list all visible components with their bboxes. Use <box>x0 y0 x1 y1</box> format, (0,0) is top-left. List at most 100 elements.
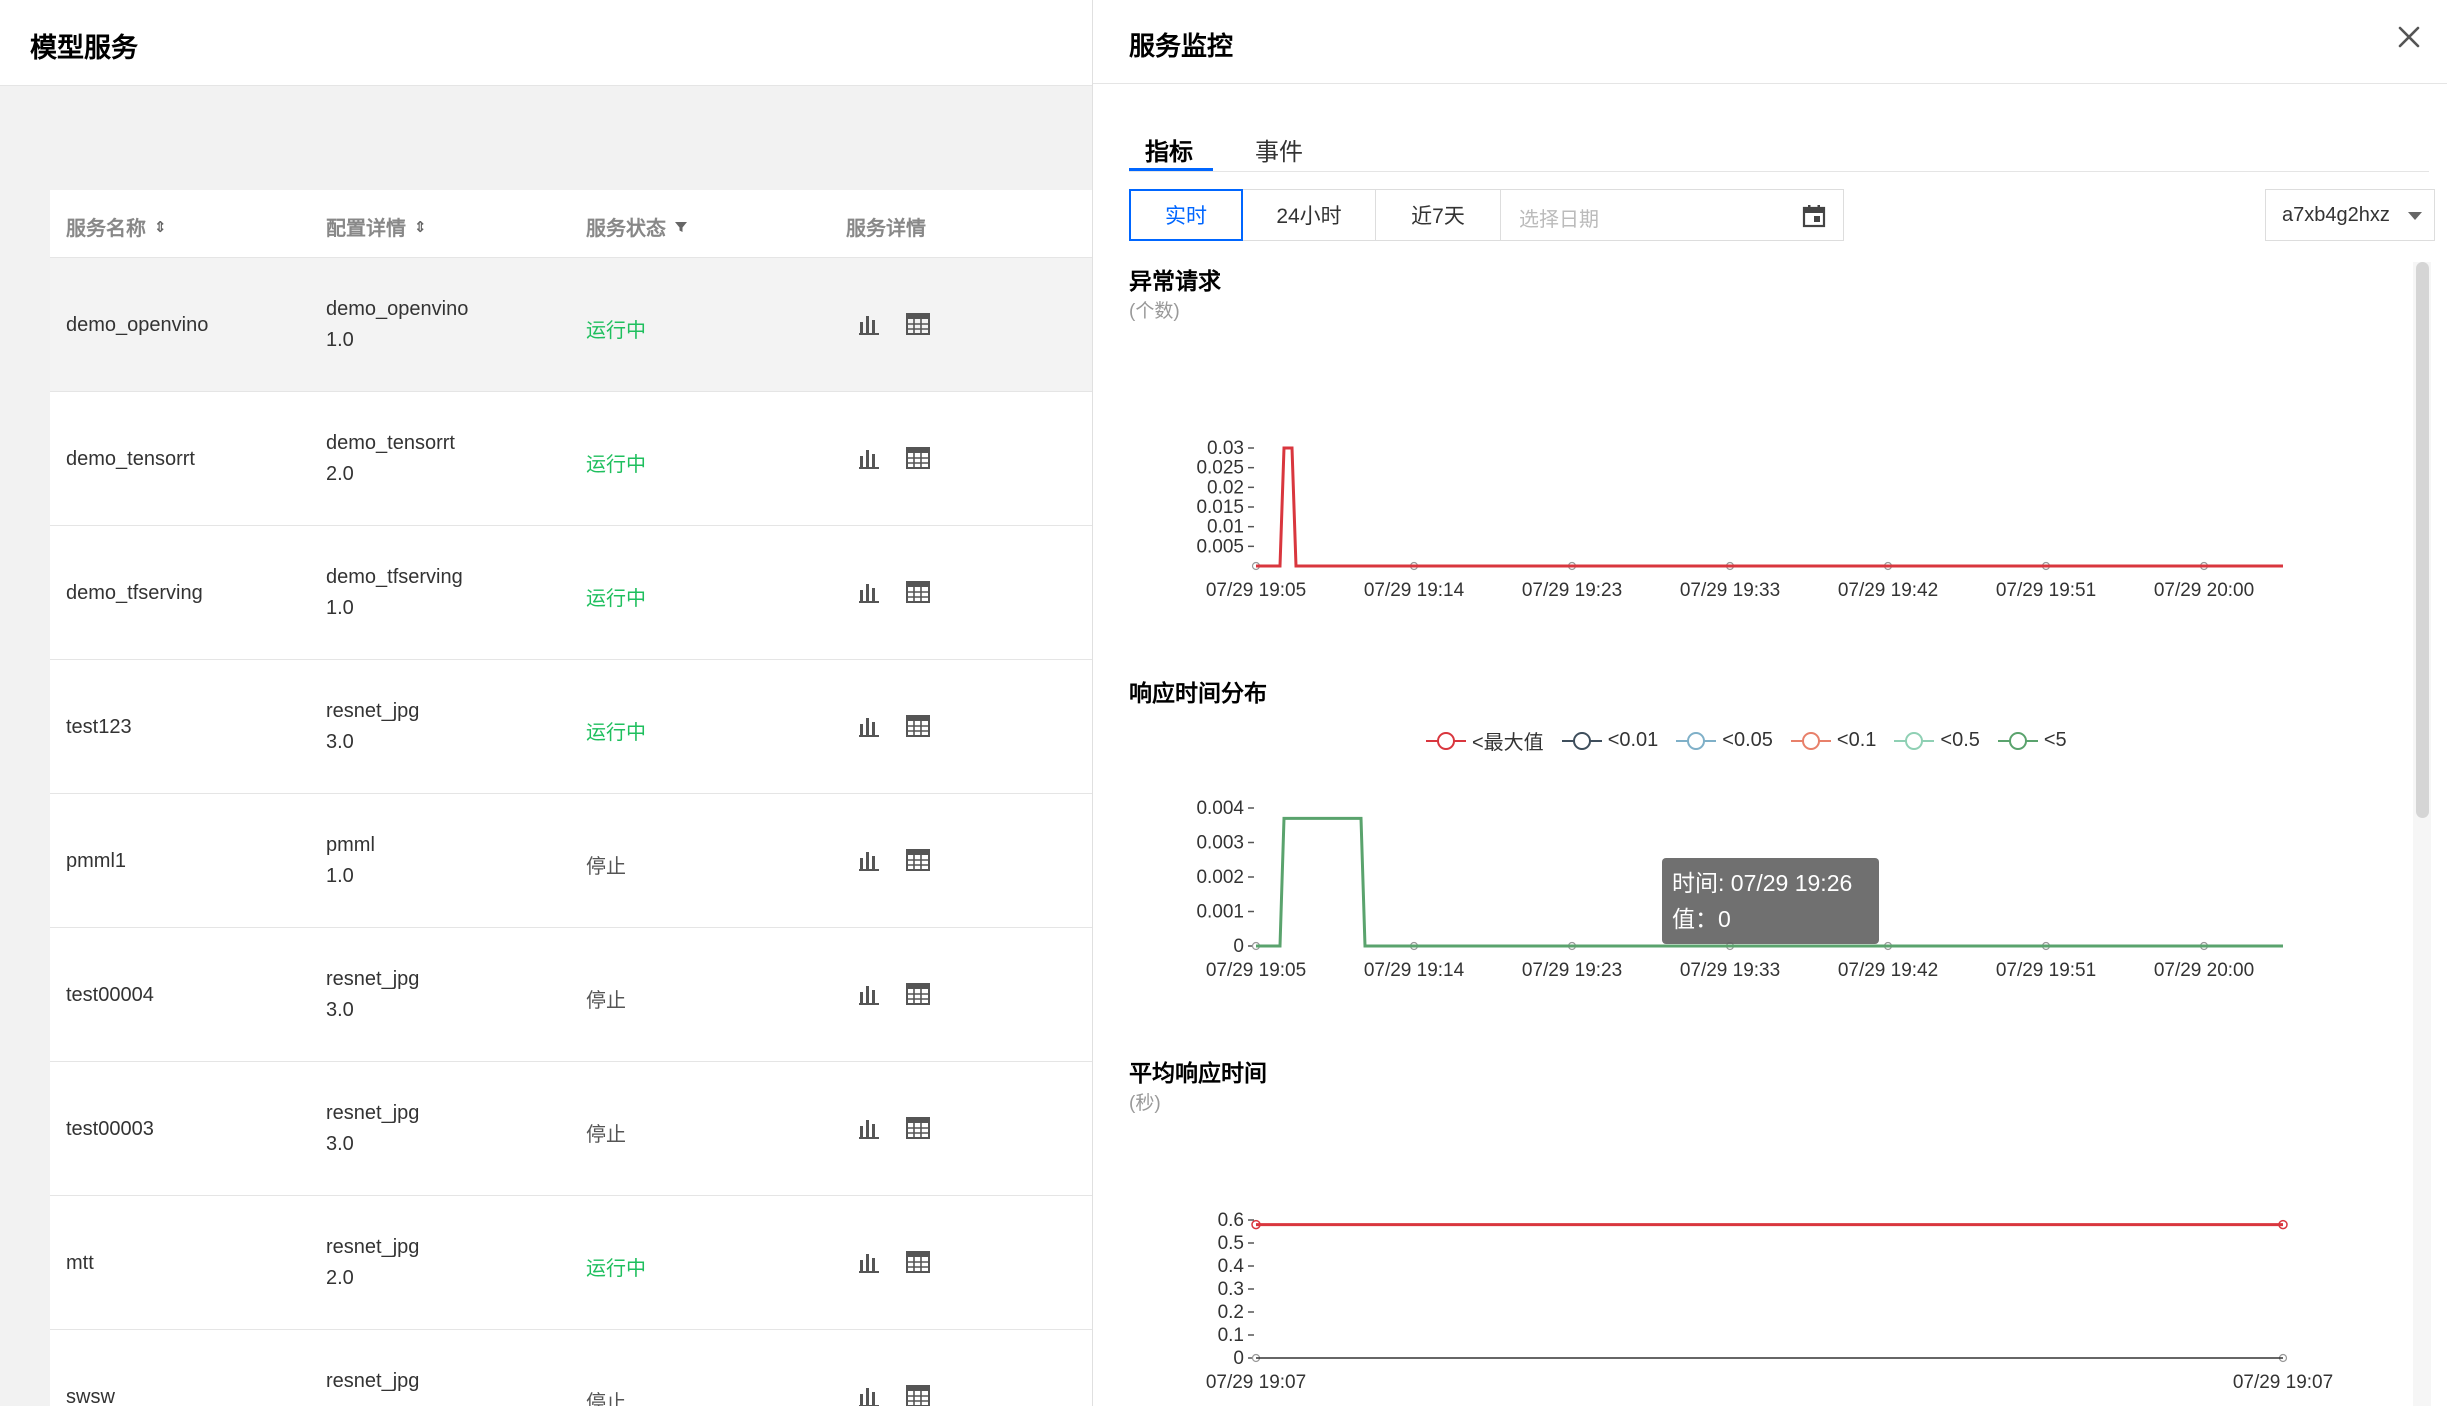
service-name[interactable]: mtt <box>66 1252 94 1275</box>
config-name: resnet_jpg <box>326 1236 420 1258</box>
legend-marker-icon <box>1997 731 2038 750</box>
scrollbar-thumb[interactable] <box>2416 262 2429 818</box>
tab-metrics[interactable]: 指标 <box>1145 132 1193 167</box>
service-name[interactable]: pmml1 <box>66 850 126 873</box>
service-name[interactable]: demo_tensorrt <box>66 448 195 471</box>
tooltip-time: 时间: 07/29 19:26 <box>1672 870 1853 896</box>
legend-item[interactable]: <0.5 <box>1894 729 1980 752</box>
latency-dist-legend: <最大值 <0.01 <0.05 <0.1 <0.5 <5 <box>1426 726 2067 755</box>
range-realtime-button[interactable]: 实时 <box>1129 189 1243 241</box>
avg-latency-chart: 00.10.20.30.40.50.6 07/29 19:07 07/29 19:0… <box>1206 1210 2333 1393</box>
table-icon[interactable] <box>904 310 932 338</box>
service-table: 服务名称 ⇕ 配置详情 ⇕ 服务状态 服务详情 demo_openvino de… <box>50 190 1092 1406</box>
instance-select[interactable]: a7xb4g2hxz <box>2265 189 2435 241</box>
table-row[interactable]: demo_openvino demo_openvino 1.0 运行中 <box>50 258 1092 392</box>
service-name[interactable]: demo_tfserving <box>66 582 203 605</box>
header-status[interactable]: 服务状态 <box>586 212 688 241</box>
config-name: resnet_jpg <box>326 1370 420 1392</box>
page-header: 模型服务 <box>0 0 1092 86</box>
y-tick-label: 0.03 <box>1207 438 1244 459</box>
date-picker[interactable]: 选择日期 <box>1500 189 1844 241</box>
table-row[interactable]: mtt resnet_jpg 2.0 运行中 <box>50 1196 1092 1330</box>
legend-label: <最大值 <box>1472 732 1544 754</box>
range-7d-button[interactable]: 近7天 <box>1375 189 1501 241</box>
service-name[interactable]: test00003 <box>66 1118 154 1141</box>
config-name: resnet_jpg <box>326 1102 420 1124</box>
table-icon[interactable] <box>904 444 932 472</box>
bar-chart-icon[interactable] <box>856 578 884 606</box>
config-detail: resnet_jpg 3.0 <box>326 1098 419 1160</box>
bar-chart-icon[interactable] <box>856 1382 884 1406</box>
bar-chart-icon[interactable] <box>856 980 884 1008</box>
x-tick-label: 07/29 19:51 <box>1996 960 2096 981</box>
sort-icon[interactable]: ⇕ <box>154 218 167 236</box>
service-name[interactable]: test123 <box>66 716 132 739</box>
config-version: 3.0 <box>326 1133 354 1155</box>
range-24h-button[interactable]: 24小时 <box>1242 189 1376 241</box>
table-row[interactable]: pmml1 pmml 1.0 停止 <box>50 794 1092 928</box>
detail-actions <box>856 712 932 740</box>
latency-dist-chart-title: 响应时间分布 <box>1129 680 1267 706</box>
time-range-selector: 实时 24小时 近7天 选择日期 <box>1129 189 1844 241</box>
avg-latency-chart-unit: (秒) <box>1129 1093 1161 1114</box>
status-badge: 停止 <box>586 856 626 878</box>
legend-marker-icon <box>1676 731 1717 750</box>
sort-icon[interactable]: ⇕ <box>414 218 427 236</box>
bar-chart-icon[interactable] <box>856 444 884 472</box>
table-icon[interactable] <box>904 1382 932 1406</box>
bar-chart-icon[interactable] <box>856 310 884 338</box>
service-name[interactable]: swsw <box>66 1386 115 1406</box>
x-tick-label: 07/29 19:07 <box>1206 1372 1306 1393</box>
legend-item[interactable]: <最大值 <box>1426 726 1544 755</box>
table-row[interactable]: test00004 resnet_jpg 3.0 停止 <box>50 928 1092 1062</box>
legend-item[interactable]: <0.1 <box>1790 729 1877 752</box>
bar-chart-icon[interactable] <box>856 1114 884 1142</box>
active-tab-indicator <box>1129 168 1213 171</box>
table-row[interactable]: demo_tensorrt demo_tensorrt 2.0 运行中 <box>50 392 1092 526</box>
table-row[interactable]: swsw resnet_jpg 停止 <box>50 1330 1092 1406</box>
config-version: 1.0 <box>326 865 354 887</box>
table-icon[interactable] <box>904 578 932 606</box>
config-version: 3.0 <box>326 731 354 753</box>
calendar-icon[interactable] <box>1801 203 1827 229</box>
config-detail: resnet_jpg <box>326 1366 419 1397</box>
x-tick-label: 07/29 19:42 <box>1838 960 1938 981</box>
table-row[interactable]: test00003 resnet_jpg 3.0 停止 <box>50 1062 1092 1196</box>
y-tick-label: 0.1 <box>1218 1325 1244 1346</box>
table-icon[interactable] <box>904 1248 932 1276</box>
legend-label: <0.1 <box>1836 729 1877 751</box>
legend-item[interactable]: <0.05 <box>1676 729 1773 752</box>
legend-item[interactable]: <0.01 <box>1561 729 1659 752</box>
config-name: demo_openvino <box>326 298 469 320</box>
chevron-down-icon <box>2408 212 2422 220</box>
table-icon[interactable] <box>904 1114 932 1142</box>
x-tick-label: 07/29 19:05 <box>1206 960 1306 981</box>
filter-icon[interactable] <box>674 220 688 234</box>
service-name[interactable]: test00004 <box>66 984 154 1007</box>
table-row[interactable]: demo_tfserving demo_tfserving 1.0 运行中 <box>50 526 1092 660</box>
bar-chart-icon[interactable] <box>856 1248 884 1276</box>
config-name: resnet_jpg <box>326 968 420 990</box>
errors-chart-title: 异常请求 <box>1129 268 1221 294</box>
x-tick-label: 07/29 19:14 <box>1364 580 1465 601</box>
table-row[interactable]: test123 resnet_jpg 3.0 运行中 <box>50 660 1092 794</box>
close-icon[interactable] <box>2392 20 2426 54</box>
legend-label: <0.01 <box>1607 729 1659 751</box>
tab-events[interactable]: 事件 <box>1255 132 1303 167</box>
header-service-name[interactable]: 服务名称 ⇕ <box>66 212 167 241</box>
status-badge: 运行中 <box>586 1258 646 1280</box>
y-tick-label: 0 <box>1233 936 1244 957</box>
status-badge: 运行中 <box>586 588 646 610</box>
table-icon[interactable] <box>904 980 932 1008</box>
service-name[interactable]: demo_openvino <box>66 314 208 337</box>
legend-item[interactable]: <5 <box>1997 729 2067 752</box>
header-config[interactable]: 配置详情 ⇕ <box>326 212 427 241</box>
errors-chart-unit: (个数) <box>1129 301 1180 322</box>
table-icon[interactable] <box>904 712 932 740</box>
table-icon[interactable] <box>904 846 932 874</box>
legend-marker-icon <box>1894 731 1935 750</box>
bar-chart-icon[interactable] <box>856 846 884 874</box>
bar-chart-icon[interactable] <box>856 712 884 740</box>
y-tick-label: 0.025 <box>1196 458 1244 479</box>
x-tick-label: 07/29 19:33 <box>1680 960 1780 981</box>
